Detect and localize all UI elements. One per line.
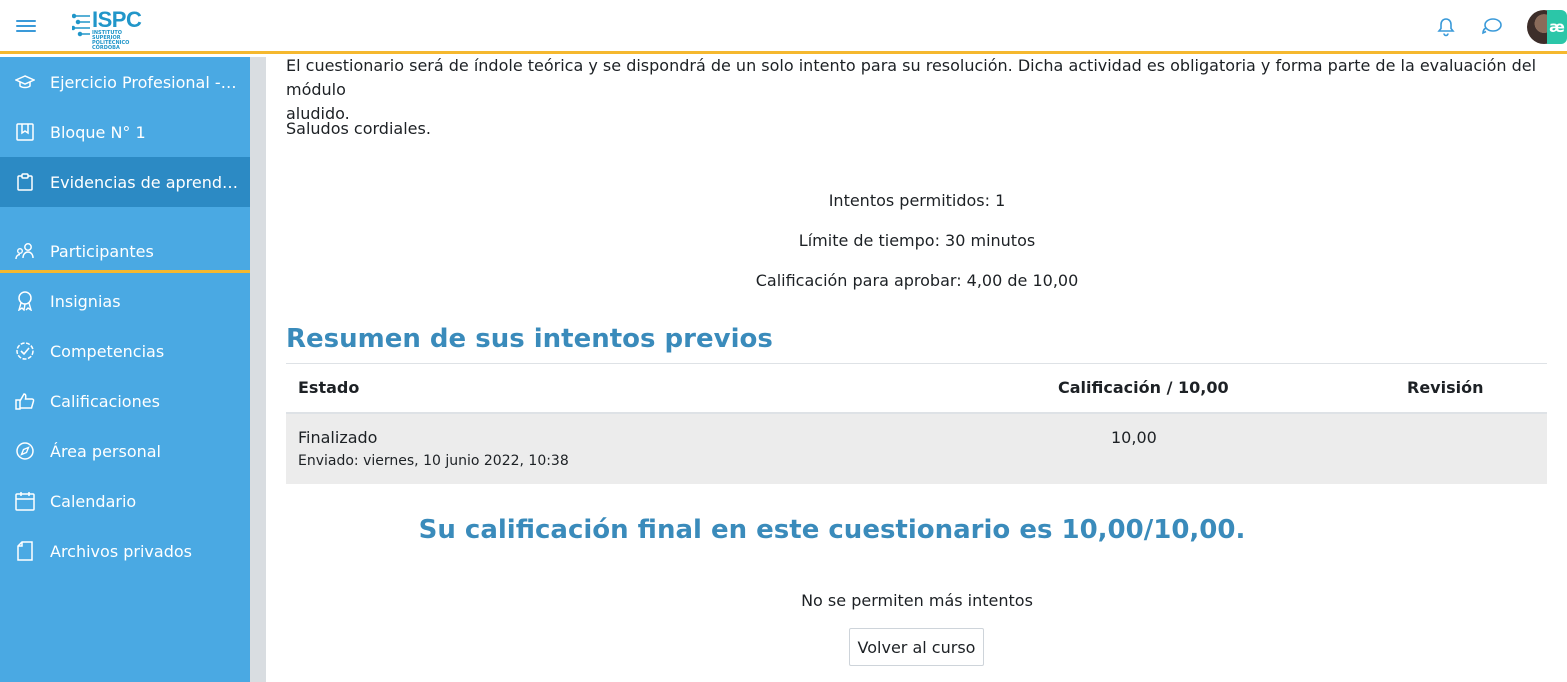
file-icon (15, 541, 35, 561)
greeting-text: Saludos cordiales. (286, 119, 431, 138)
users-icon (15, 241, 35, 261)
sidebar-item-label: Bloque N° 1 (50, 122, 146, 142)
sidebar-item-area-personal[interactable]: Área personal (0, 426, 250, 476)
back-to-course-button[interactable]: Volver al curso (849, 628, 984, 666)
sidebar-item-label: Ejercicio Profesional - T... (50, 72, 240, 92)
sidebar-item-label: Calificaciones (50, 391, 160, 411)
notifications-bell-icon[interactable] (1435, 16, 1457, 38)
bookmark-icon (15, 122, 35, 142)
award-icon (15, 291, 35, 311)
logo-subtitle: INSTITUTO SUPERIOR POLITÉCNICO CÓRDOBA (92, 30, 130, 51)
attempts-table-header: Estado Calificación / 10,00 Revisión (286, 364, 1547, 414)
sidebar-item-competencias[interactable]: Competencias (0, 326, 250, 376)
user-avatar[interactable]: æ (1527, 10, 1567, 44)
column-header-estado: Estado (298, 378, 360, 397)
messages-chat-icon[interactable] (1481, 16, 1503, 38)
sidebar-item-course[interactable]: Ejercicio Profesional - T... (0, 57, 250, 107)
site-logo[interactable]: ISPC INSTITUTO SUPERIOR POLITÉCNICO CÓRD… (72, 6, 146, 51)
sidebar-item-label: Evidencias de aprendiz... (50, 172, 240, 192)
intro-line-2: aludido. (286, 104, 350, 123)
sidebar-item-label: Participantes (50, 241, 154, 261)
sidebar-item-evidencias[interactable]: Evidencias de aprendiz... (0, 157, 250, 207)
sidebar-item-insignias[interactable]: Insignias (0, 276, 250, 326)
summary-heading: Resumen de sus intentos previos (286, 324, 773, 354)
sidebar-item-label: Archivos privados (50, 541, 192, 561)
time-limit: Límite de tiempo: 30 minutos (798, 231, 1036, 250)
sidebar-item-label: Competencias (50, 341, 165, 361)
sidebar-item-label: Insignias (50, 291, 121, 311)
sidebar-item-calendario[interactable]: Calendario (0, 476, 250, 526)
intro-paragraph: El cuestionario será de índole teórica y… (286, 54, 1548, 126)
intro-line-1: El cuestionario será de índole teórica y… (286, 56, 1537, 99)
final-grade: Su calificación final en este cuestionar… (418, 515, 1246, 545)
top-navbar: ISPC INSTITUTO SUPERIOR POLITÉCNICO CÓRD… (0, 0, 1567, 54)
column-header-revision: Revisión (1407, 378, 1484, 397)
sidebar-item-label: Calendario (50, 491, 137, 511)
attempt-grade: 10,00 (1111, 428, 1157, 447)
clipboard-icon (15, 172, 35, 192)
table-row: Finalizado Enviado: viernes, 10 junio 20… (286, 414, 1547, 484)
sidebar-item-bloque[interactable]: Bloque N° 1 (0, 107, 250, 157)
attempt-submitted: Enviado: viernes, 10 junio 2022, 10:38 (298, 453, 569, 469)
calendar-icon (15, 491, 35, 511)
logo-circuit-icon (72, 13, 90, 37)
attempts-allowed: Intentos permitidos: 1 (828, 191, 1006, 210)
thumbs-up-icon (15, 391, 35, 411)
sidebar-gutter (250, 57, 266, 682)
sidebar-item-calificaciones[interactable]: Calificaciones (0, 376, 250, 426)
sidebar-nav: Ejercicio Profesional - T... Bloque N° 1… (0, 57, 250, 682)
compass-icon (15, 441, 35, 461)
check-badge-icon (15, 341, 35, 361)
no-more-attempts: No se permiten más intentos (801, 591, 1033, 610)
sidebar-item-participantes[interactable]: Participantes (0, 226, 250, 276)
sidebar-item-archivos-privados[interactable]: Archivos privados (0, 526, 250, 576)
pass-grade: Calificación para aprobar: 4,00 de 10,00 (755, 271, 1079, 290)
menu-toggle-icon[interactable] (16, 17, 36, 35)
sidebar-item-label: Área personal (50, 441, 161, 461)
attempt-status: Finalizado (298, 428, 378, 447)
column-header-calificacion: Calificación / 10,00 (1058, 378, 1229, 397)
ae-badge[interactable]: æ (1547, 10, 1567, 44)
graduation-cap-icon (15, 72, 35, 92)
